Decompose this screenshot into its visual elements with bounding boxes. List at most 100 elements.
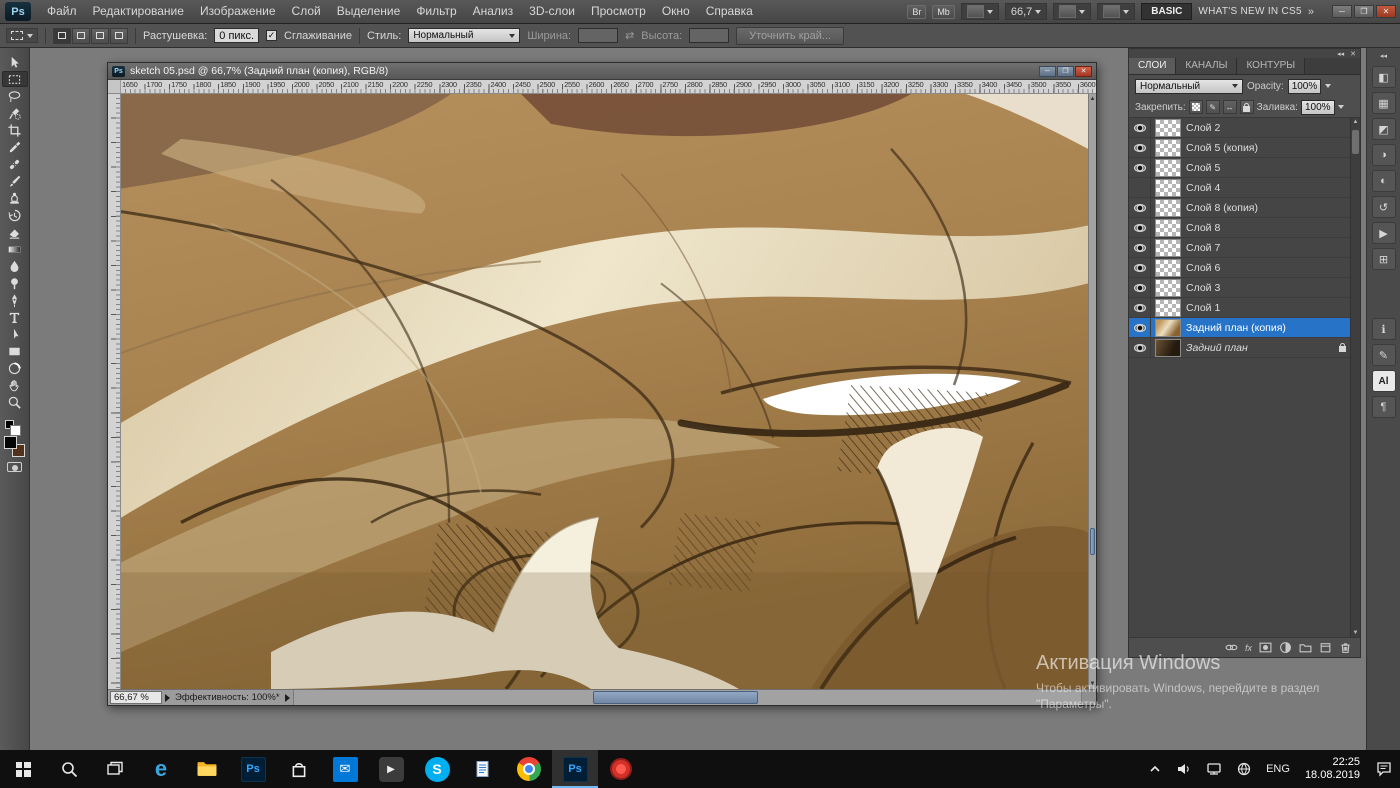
layer-thumbnail[interactable] xyxy=(1155,239,1181,257)
search-taskbar-button[interactable] xyxy=(46,750,92,788)
blur-tool[interactable] xyxy=(2,258,28,274)
quick-mask-icon[interactable] xyxy=(7,462,22,472)
layer-row-10[interactable]: Задний план (копия) xyxy=(1129,318,1360,338)
layer-thumbnail[interactable] xyxy=(1155,219,1181,237)
chrome-taskbar-button[interactable] xyxy=(506,750,552,788)
lock-all-icon[interactable] xyxy=(1240,100,1254,114)
lock-transparency-icon[interactable] xyxy=(1189,100,1203,114)
media-taskbar-button[interactable]: ▶ xyxy=(368,750,414,788)
rectangular-marquee-tool[interactable] xyxy=(2,71,28,87)
actions-panel-icon[interactable]: ▶ xyxy=(1372,222,1396,244)
layer-row-8[interactable]: Слой 3 xyxy=(1129,278,1360,298)
adjustments-panel-icon[interactable]: ◑ xyxy=(1372,144,1396,166)
height-input[interactable] xyxy=(689,28,729,43)
subtract-from-selection-icon[interactable] xyxy=(91,28,109,44)
styles-panel-icon[interactable]: ◩ xyxy=(1372,118,1396,140)
pen-tool[interactable] xyxy=(2,292,28,308)
new-selection-icon[interactable] xyxy=(53,28,71,44)
photoshop-taskbar-button[interactable]: Ps xyxy=(230,750,276,788)
bridge-icon[interactable]: Br xyxy=(907,5,926,19)
masks-panel-icon[interactable]: ◐ xyxy=(1372,170,1396,192)
layer-thumbnail[interactable] xyxy=(1155,119,1181,137)
zoom-status-input[interactable]: 66,67 % xyxy=(110,691,162,704)
panel-tab-0[interactable]: СЛОИ xyxy=(1129,58,1176,74)
crop-tool[interactable] xyxy=(2,122,28,138)
vertical-scroll-thumb[interactable] xyxy=(1090,528,1095,555)
vertical-scrollbar[interactable]: ▲ ▼ xyxy=(1088,94,1096,689)
layer-row-2[interactable]: Слой 5 xyxy=(1129,158,1360,178)
menu-item-5[interactable]: Фильтр xyxy=(408,0,464,23)
healing-brush-tool[interactable] xyxy=(2,156,28,172)
gradient-tool[interactable] xyxy=(2,241,28,257)
layer-row-11[interactable]: Задний план xyxy=(1129,338,1360,358)
visibility-toggle[interactable] xyxy=(1129,158,1151,177)
visibility-toggle[interactable] xyxy=(1129,118,1151,137)
path-selection-tool[interactable] xyxy=(2,326,28,342)
antialias-checkbox[interactable] xyxy=(266,30,277,41)
expand-dock-icon[interactable]: ◂◂ xyxy=(1380,52,1387,60)
horizontal-ruler[interactable]: 1650170017501800185019001950200020502100… xyxy=(121,80,1096,93)
minimize-button[interactable] xyxy=(1332,5,1352,18)
menu-item-0[interactable]: Файл xyxy=(39,0,85,23)
move-tool[interactable] xyxy=(2,54,28,70)
mail-taskbar-button[interactable]: ✉ xyxy=(322,750,368,788)
menu-item-7[interactable]: 3D-слои xyxy=(521,0,583,23)
visibility-toggle[interactable] xyxy=(1129,298,1151,317)
taskbar-clock[interactable]: 22:25 18.08.2019 xyxy=(1297,756,1368,782)
maximize-button[interactable] xyxy=(1354,5,1374,18)
scroll-down-icon[interactable]: ▼ xyxy=(1351,630,1360,636)
lock-pixels-icon[interactable]: ✎ xyxy=(1206,100,1220,114)
fill-slider-icon[interactable] xyxy=(1338,105,1344,109)
default-colors-icon[interactable] xyxy=(5,420,14,429)
layer-row-0[interactable]: Слой 2 xyxy=(1129,118,1360,138)
workspace-overflow-button[interactable]: » xyxy=(1308,6,1314,18)
intersect-selection-icon[interactable] xyxy=(110,28,128,44)
document-taskbar-button[interactable] xyxy=(460,750,506,788)
skype-taskbar-button[interactable]: S xyxy=(414,750,460,788)
task-view-taskbar-button[interactable] xyxy=(92,750,138,788)
layer-row-3[interactable]: Слой 4 xyxy=(1129,178,1360,198)
add-to-selection-icon[interactable] xyxy=(72,28,90,44)
panel-tab-2[interactable]: КОНТУРЫ xyxy=(1237,58,1305,74)
file-explorer-taskbar-button[interactable] xyxy=(184,750,230,788)
hidden-icons-chevron[interactable] xyxy=(1141,750,1169,788)
dodge-tool[interactable] xyxy=(2,275,28,291)
visibility-toggle[interactable] xyxy=(1129,318,1151,337)
style-select[interactable]: Нормальный xyxy=(408,28,520,43)
visibility-toggle[interactable] xyxy=(1129,338,1151,357)
visibility-toggle[interactable] xyxy=(1129,218,1151,237)
refine-edge-button[interactable]: Уточнить край... xyxy=(736,27,844,45)
hand-tool[interactable] xyxy=(2,377,28,393)
lasso-tool[interactable] xyxy=(2,88,28,104)
ruler-origin-corner[interactable] xyxy=(108,80,121,93)
history-panel-icon[interactable]: ↺ xyxy=(1372,196,1396,218)
visibility-toggle[interactable] xyxy=(1129,138,1151,157)
horizontal-scrollbar[interactable] xyxy=(293,690,1081,705)
menu-item-8[interactable]: Просмотр xyxy=(583,0,654,23)
edge-taskbar-button[interactable]: e xyxy=(138,750,184,788)
brush-tool[interactable] xyxy=(2,173,28,189)
eraser-tool[interactable] xyxy=(2,224,28,240)
menu-item-1[interactable]: Редактирование xyxy=(85,0,192,23)
scroll-down-icon[interactable]: ▼ xyxy=(1089,679,1096,689)
foreground-color-swatch[interactable] xyxy=(4,436,17,449)
rectangle-tool[interactable] xyxy=(2,343,28,359)
doc-minimize-button[interactable] xyxy=(1039,66,1056,77)
paragraph-panel-icon[interactable]: ¶ xyxy=(1372,396,1396,418)
opacity-slider-icon[interactable] xyxy=(1325,84,1331,88)
volume-icon[interactable] xyxy=(1169,750,1199,788)
language-indicator[interactable]: ENG xyxy=(1259,750,1297,788)
scroll-up-icon[interactable]: ▲ xyxy=(1089,94,1096,104)
layers-scroll-thumb[interactable] xyxy=(1352,130,1359,154)
layer-thumbnail[interactable] xyxy=(1155,139,1181,157)
action-center-icon[interactable] xyxy=(1368,750,1400,788)
layer-row-5[interactable]: Слой 8 xyxy=(1129,218,1360,238)
blend-mode-select[interactable]: Нормальный xyxy=(1135,79,1243,94)
rotate-view-tool[interactable] xyxy=(2,360,28,376)
arrange-documents-dropdown[interactable] xyxy=(1053,3,1091,20)
zoom-tool[interactable] xyxy=(2,394,28,410)
menu-item-9[interactable]: Окно xyxy=(654,0,698,23)
start-button[interactable] xyxy=(0,750,46,788)
color-panel-icon[interactable]: ◧ xyxy=(1372,66,1396,88)
layer-thumbnail[interactable] xyxy=(1155,339,1181,357)
